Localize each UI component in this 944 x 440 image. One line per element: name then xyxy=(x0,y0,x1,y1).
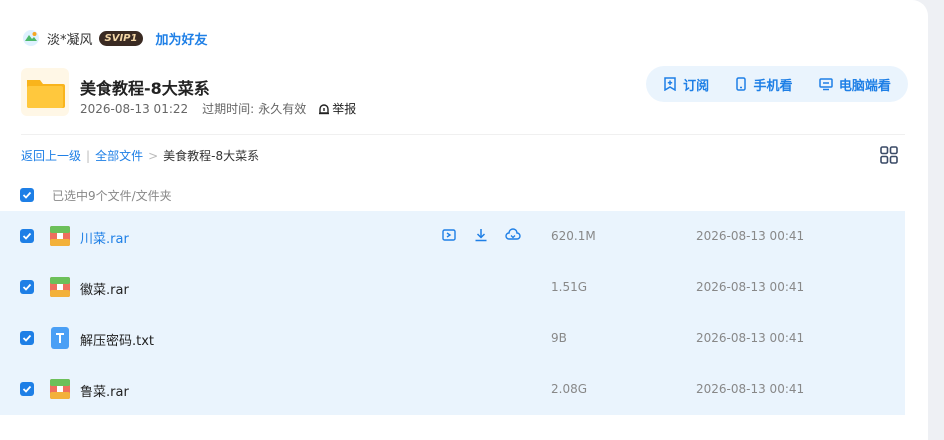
row-checkbox[interactable] xyxy=(20,280,34,294)
table-row[interactable]: 徽菜.rar 1.51G 2026-08-13 00:41 xyxy=(0,262,905,313)
expire-value: 永久有效 xyxy=(258,102,307,116)
breadcrumb: 返回上一级 | 全部文件 > 美食教程-8大菜系 xyxy=(21,147,259,164)
monitor-icon xyxy=(819,78,833,91)
subscribe-button[interactable]: 订阅 xyxy=(663,75,709,94)
archive-file-icon xyxy=(50,277,70,297)
file-size: 620.1M xyxy=(551,229,596,243)
file-size: 1.51G xyxy=(551,280,588,294)
archive-file-icon xyxy=(50,226,70,246)
cloud-download-icon xyxy=(505,228,521,240)
view-actions: 订阅 手机看 电脑端看 xyxy=(646,66,908,102)
file-date: 2026-08-13 00:41 xyxy=(696,229,805,243)
username[interactable]: 淡*凝风 xyxy=(47,29,93,48)
share-title: 美食教程-8大菜系 xyxy=(80,79,210,98)
row-actions xyxy=(441,227,521,243)
archive-file-icon xyxy=(50,379,70,399)
back-link[interactable]: 返回上一级 xyxy=(21,147,81,164)
checkmark-icon xyxy=(22,232,32,240)
share-meta: 2026-08-13 01:22 过期时间: 永久有效 举报 xyxy=(80,100,356,117)
select-all-checkbox[interactable] xyxy=(20,188,34,202)
row-checkbox[interactable] xyxy=(20,331,34,345)
breadcrumb-current: 美食教程-8大菜系 xyxy=(163,149,260,163)
file-date: 2026-08-13 00:41 xyxy=(696,382,805,396)
expire-label: 过期时间: xyxy=(202,102,255,116)
phone-icon xyxy=(736,77,747,91)
file-size: 2.08G xyxy=(551,382,588,396)
file-name[interactable]: 鲁菜.rar xyxy=(80,381,129,400)
add-friend-link[interactable]: 加为好友 xyxy=(155,29,207,48)
subscribe-icon xyxy=(664,77,676,91)
breadcrumb-chevron: > xyxy=(148,148,159,163)
download-icon xyxy=(475,229,487,242)
checkmark-icon xyxy=(22,191,32,199)
subscribe-label: 订阅 xyxy=(683,78,710,94)
checkmark-icon xyxy=(22,334,32,342)
file-name[interactable]: 解压密码.txt xyxy=(80,330,154,349)
checkmark-icon xyxy=(22,283,32,291)
table-row[interactable]: 鲁菜.rar 2.08G 2026-08-13 00:41 xyxy=(0,364,905,415)
desktop-view-button[interactable]: 电脑端看 xyxy=(819,75,891,94)
report-label: 举报 xyxy=(332,102,357,116)
breadcrumb-separator: | xyxy=(86,148,91,163)
file-date: 2026-08-13 00:41 xyxy=(696,280,805,294)
file-date: 2026-08-13 00:41 xyxy=(696,331,805,345)
download-button[interactable] xyxy=(473,227,489,243)
file-name[interactable]: 徽菜.rar xyxy=(80,279,129,298)
sharer-info: 淡*凝风 SVIP1 加为好友 xyxy=(21,28,207,48)
file-size: 9B xyxy=(551,331,567,345)
desktop-view-label: 电脑端看 xyxy=(838,78,891,94)
cloud-download-button[interactable] xyxy=(505,227,521,243)
checkmark-icon xyxy=(22,385,32,393)
row-checkbox[interactable] xyxy=(20,229,34,243)
vip-badge: SVIP1 xyxy=(98,30,144,46)
table-row[interactable]: 解压密码.txt 9B 2026-08-13 00:41 xyxy=(0,313,905,364)
mobile-view-label: 手机看 xyxy=(753,78,793,94)
file-name[interactable]: 川菜.rar xyxy=(80,228,129,247)
table-row[interactable]: 川菜.rar 620.1M 2026-08-13 00:41 xyxy=(0,211,905,262)
row-checkbox[interactable] xyxy=(20,382,34,396)
file-list: 川菜.rar 620.1M 2026-08-13 00:41 徽菜.rar 1.… xyxy=(0,211,905,415)
grid-view-icon[interactable] xyxy=(879,145,899,165)
user-avatar[interactable] xyxy=(21,28,41,48)
selection-count: 已选中9个文件/文件夹 xyxy=(52,189,172,203)
mobile-view-button[interactable]: 手机看 xyxy=(735,75,793,94)
save-to-drive-icon xyxy=(442,229,456,241)
header-divider xyxy=(21,134,905,135)
share-page-card: 淡*凝风 SVIP1 加为好友 美食教程-8大菜系 2026-08-13 01:… xyxy=(0,0,928,440)
report-icon xyxy=(319,103,330,114)
text-file-icon xyxy=(51,327,69,349)
folder-icon xyxy=(21,68,69,116)
report-button[interactable]: 举报 xyxy=(318,100,356,117)
share-date: 2026-08-13 01:22 xyxy=(80,101,189,116)
save-to-drive-button[interactable] xyxy=(441,227,457,243)
all-files-link[interactable]: 全部文件 xyxy=(95,147,143,164)
